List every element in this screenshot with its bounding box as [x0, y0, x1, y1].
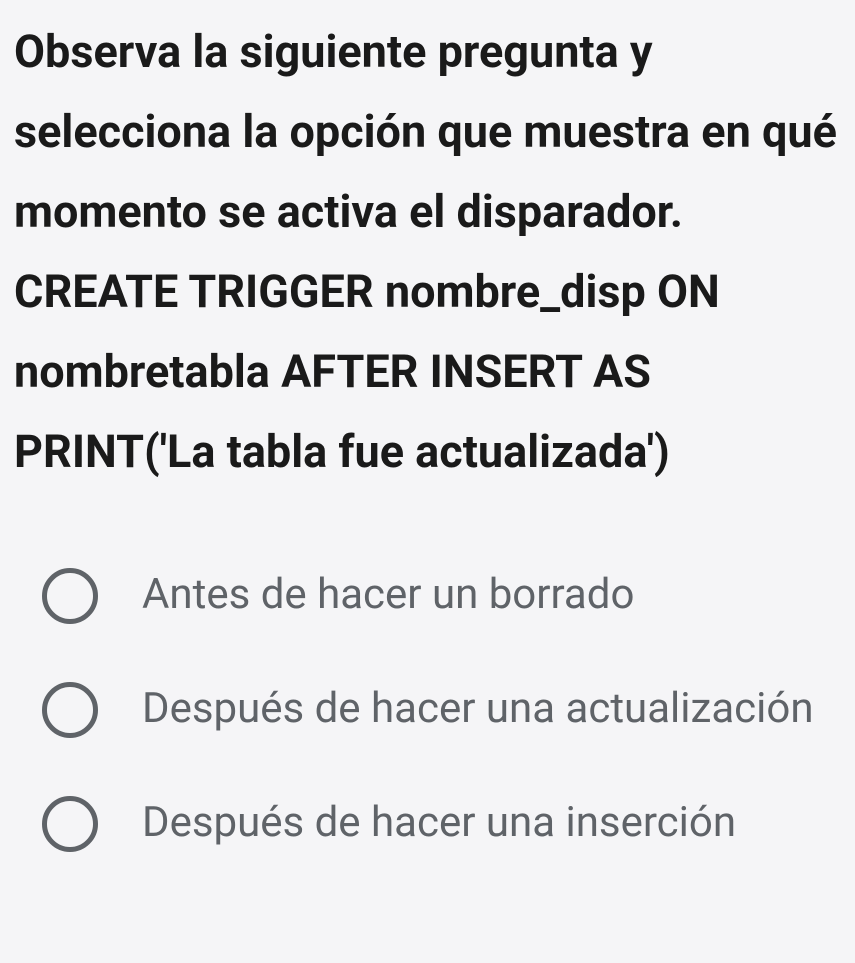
option-row-3[interactable]: Después de hacer una inserción [42, 796, 841, 852]
option-row-2[interactable]: Después de hacer una actualización [42, 682, 841, 738]
option-row-1[interactable]: Antes de hacer un borrado [42, 568, 841, 624]
radio-icon[interactable] [42, 568, 98, 624]
option-label: Después de hacer una actualización [142, 684, 814, 734]
option-label: Antes de hacer un borrado [142, 570, 634, 620]
question-text: Observa la siguiente pregunta y seleccio… [14, 12, 841, 493]
radio-icon[interactable] [42, 796, 98, 852]
options-container: Antes de hacer un borrado Después de hac… [14, 568, 841, 852]
option-label: Después de hacer una inserción [142, 798, 736, 848]
radio-icon[interactable] [42, 682, 98, 738]
